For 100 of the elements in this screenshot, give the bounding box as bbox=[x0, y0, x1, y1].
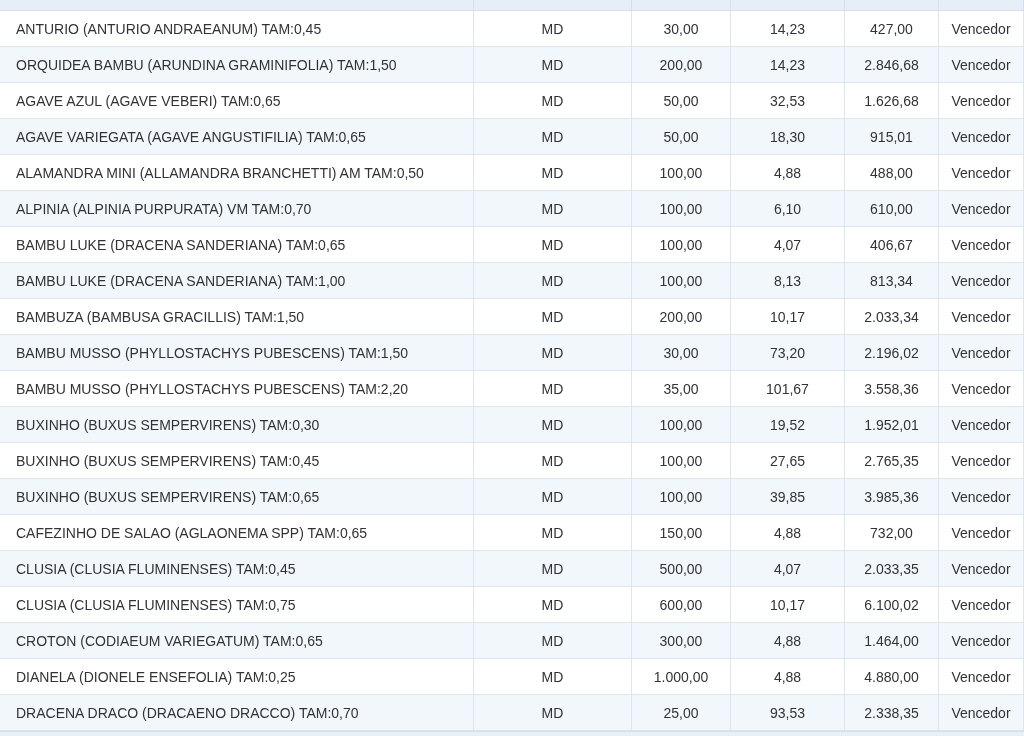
table-cell: MD bbox=[474, 155, 632, 190]
table-cell: 73,20 bbox=[731, 335, 845, 370]
table-cell: MD bbox=[474, 551, 632, 586]
table-cell: 18,30 bbox=[731, 119, 845, 154]
table-cell: 2.338,35 bbox=[845, 695, 939, 730]
table-cell: 100,00 bbox=[632, 191, 731, 226]
table-cell: 300,00 bbox=[632, 623, 731, 658]
table-cell: MD bbox=[474, 587, 632, 622]
table-cell: MD bbox=[474, 407, 632, 442]
table-cell: 6.100,02 bbox=[845, 587, 939, 622]
table-cell: MD bbox=[474, 695, 632, 730]
table-cell: Vencedor bbox=[939, 263, 1024, 298]
table-cell: MD bbox=[474, 335, 632, 370]
table-cell: Vencedor bbox=[939, 551, 1024, 586]
table-cell: Vencedor bbox=[939, 227, 1024, 262]
table-cell: 4,07 bbox=[731, 227, 845, 262]
table-cell: 1.464,00 bbox=[845, 623, 939, 658]
table-cell: 4,88 bbox=[731, 623, 845, 658]
table-cell: Vencedor bbox=[939, 515, 1024, 550]
table-cell: 100,00 bbox=[632, 443, 731, 478]
table-cell: 2.846,68 bbox=[845, 47, 939, 82]
table-cell: Vencedor bbox=[939, 587, 1024, 622]
table-cell: AGAVE VARIEGATA (AGAVE ANGUSTIFILIA) TAM:0,65 bbox=[0, 119, 474, 154]
table-cell: Vencedor bbox=[939, 299, 1024, 334]
table-cell: 30,00 bbox=[632, 11, 731, 46]
table-cell: Vencedor bbox=[939, 191, 1024, 226]
table-cell: 4.880,00 bbox=[845, 659, 939, 694]
table-cell: MD bbox=[474, 515, 632, 550]
table-cell: ALAMANDRA MINI (ALLAMANDRA BRANCHETTI) AM TAM:0,50 bbox=[0, 155, 474, 190]
table-cell: Vencedor bbox=[939, 335, 1024, 370]
table-cell: BAMBU MUSSO (PHYLLOSTACHYS PUBESCENS) TAM:2,20 bbox=[0, 371, 474, 406]
table-cell: CROTON (CODIAEUM VARIEGATUM) TAM:0,65 bbox=[0, 623, 474, 658]
table-cell: 1.000,00 bbox=[632, 659, 731, 694]
table-cell: MD bbox=[474, 47, 632, 82]
table-cell: 813,34 bbox=[845, 263, 939, 298]
table-cell: Vencedor bbox=[939, 371, 1024, 406]
table-cell: 35,00 bbox=[632, 371, 731, 406]
table-cell: 50,00 bbox=[632, 119, 731, 154]
table-cell: 100,00 bbox=[632, 263, 731, 298]
table-cell: Vencedor bbox=[939, 479, 1024, 514]
table-cell: 200,00 bbox=[632, 299, 731, 334]
table-cell: MD bbox=[474, 263, 632, 298]
table-cell: 150,00 bbox=[632, 515, 731, 550]
table-cell: DIANELA (DIONELE ENSEFOLIA) TAM:0,25 bbox=[0, 659, 474, 694]
table-cell: AGAVE AZUL (AGAVE VEBERI) TAM:0,65 bbox=[0, 83, 474, 118]
table-cell: 14,23 bbox=[731, 47, 845, 82]
table-cell: Vencedor bbox=[939, 83, 1024, 118]
table-cell: Vencedor bbox=[939, 407, 1024, 442]
table-cell: BAMBU MUSSO (PHYLLOSTACHYS PUBESCENS) TAM:1,50 bbox=[0, 335, 474, 370]
table-cell: 4,88 bbox=[731, 515, 845, 550]
table-cell: BAMBU LUKE (DRACENA SANDERIANA) TAM:1,00 bbox=[0, 263, 474, 298]
table-cell: 488,00 bbox=[845, 155, 939, 190]
table-cell: DRACENA DRACO (DRACAENO DRACCO) TAM:0,70 bbox=[0, 695, 474, 730]
table-cell: BUXINHO (BUXUS SEMPERVIRENS) TAM:0,45 bbox=[0, 443, 474, 478]
table-cell: 30,00 bbox=[632, 335, 731, 370]
table-cell: 39,85 bbox=[731, 479, 845, 514]
table-cell: MD bbox=[474, 659, 632, 694]
table-cell: CLUSIA (CLUSIA FLUMINENSES) TAM:0,75 bbox=[0, 587, 474, 622]
table-cell: 100,00 bbox=[632, 227, 731, 262]
table-cell: 10,17 bbox=[731, 299, 845, 334]
table-cell: BUXINHO (BUXUS SEMPERVIRENS) TAM:0,65 bbox=[0, 479, 474, 514]
table-cell: MD bbox=[474, 11, 632, 46]
table-cell: 14,23 bbox=[731, 11, 845, 46]
table-cell: 3.985,36 bbox=[845, 479, 939, 514]
table-cell: 8,13 bbox=[731, 263, 845, 298]
table-cell: 2.033,35 bbox=[845, 551, 939, 586]
table-cell: BAMBUZA (BAMBUSA GRACILLIS) TAM:1,50 bbox=[0, 299, 474, 334]
table-cell: 1.626,68 bbox=[845, 83, 939, 118]
table-cell: 732,00 bbox=[845, 515, 939, 550]
table-cell: MD bbox=[474, 83, 632, 118]
table-cell: 600,00 bbox=[632, 587, 731, 622]
table-cell: 100,00 bbox=[632, 407, 731, 442]
table-cell: 4,88 bbox=[731, 659, 845, 694]
table-cell: CAFEZINHO DE SALAO (AGLAONEMA SPP) TAM:0,65 bbox=[0, 515, 474, 550]
table-cell: 500,00 bbox=[632, 551, 731, 586]
table-cell: BUXINHO (BUXUS SEMPERVIRENS) TAM:0,30 bbox=[0, 407, 474, 442]
table-cell: MD bbox=[474, 227, 632, 262]
table-cell: 2.033,34 bbox=[845, 299, 939, 334]
table-cell: MD bbox=[474, 479, 632, 514]
table-cell: 2.765,35 bbox=[845, 443, 939, 478]
table-cell: 1.952,01 bbox=[845, 407, 939, 442]
table-cell: 4,07 bbox=[731, 551, 845, 586]
table-cell: 427,00 bbox=[845, 11, 939, 46]
table-cell: 32,53 bbox=[731, 83, 845, 118]
table-cell: 50,00 bbox=[632, 83, 731, 118]
table-cell: MD bbox=[474, 299, 632, 334]
table-cell: 3.558,36 bbox=[845, 371, 939, 406]
table-cell: BAMBU LUKE (DRACENA SANDERIANA) TAM:0,65 bbox=[0, 227, 474, 262]
table-cell: MD bbox=[474, 191, 632, 226]
table-cell: Vencedor bbox=[939, 623, 1024, 658]
table-cell: Vencedor bbox=[939, 155, 1024, 190]
table-cell: 100,00 bbox=[632, 155, 731, 190]
table-cell: 200,00 bbox=[632, 47, 731, 82]
table-cell: Vencedor bbox=[939, 47, 1024, 82]
table-cell: ALPINIA (ALPINIA PURPURATA) VM TAM:0,70 bbox=[0, 191, 474, 226]
table-cell: 4,88 bbox=[731, 155, 845, 190]
table-cell: 100,00 bbox=[632, 479, 731, 514]
table-cell: Vencedor bbox=[939, 119, 1024, 154]
table-cell: ANTURIO (ANTURIO ANDRAEANUM) TAM:0,45 bbox=[0, 11, 474, 46]
table-cell: MD bbox=[474, 623, 632, 658]
